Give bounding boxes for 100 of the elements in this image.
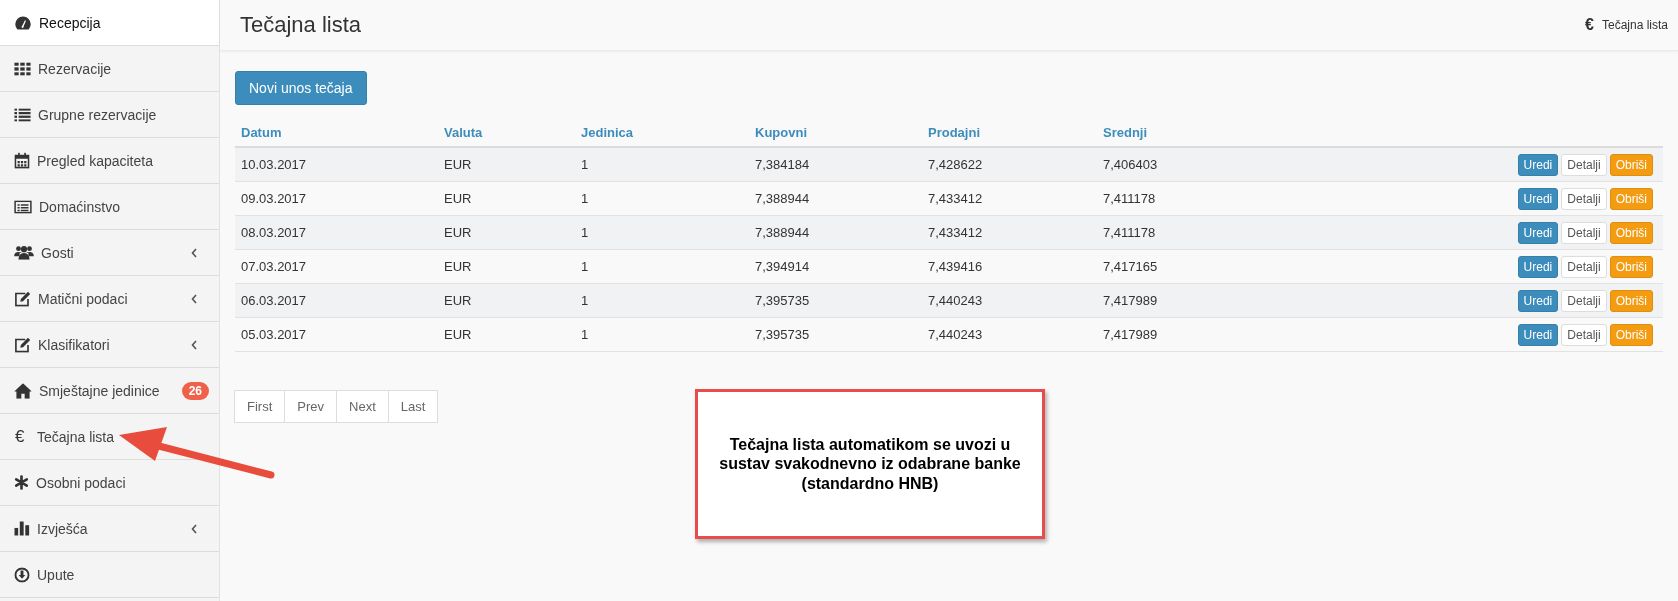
column-header[interactable]: Datum <box>235 125 438 140</box>
sidebar-item-label: Grupne rezervacije <box>38 106 158 123</box>
table-cell-text: EUR <box>443 191 473 206</box>
table-cell-text: 7,428622 <box>927 157 984 172</box>
table-cell-text: EUR <box>443 157 473 172</box>
euro-icon: € <box>1585 16 1594 34</box>
table-cell-text: 1 <box>580 225 590 240</box>
breadcrumb-link[interactable]: Tečajna lista <box>1601 18 1668 32</box>
sidebar-item-label: Pregled kapaciteta <box>37 152 154 169</box>
edit-button[interactable]: Uredi <box>1517 289 1559 312</box>
table-cell-text: 07.03.2017 <box>240 259 308 274</box>
table-cell-text: 08.03.2017 <box>240 225 308 240</box>
table-cell-text: 7,411178 <box>1102 191 1157 206</box>
asterisk-icon <box>14 475 29 490</box>
table-cell-text: 7,411178 <box>1102 225 1157 240</box>
column-header[interactable]: Kupovni <box>749 125 922 140</box>
card-icon <box>14 199 32 214</box>
sidebar-item[interactable]: Izvješća <box>0 506 219 552</box>
details-button[interactable]: Detalji <box>1561 255 1607 278</box>
sidebar-item-label: Smještajne jedinice <box>39 382 161 399</box>
sidebar-item[interactable]: Recepcija <box>0 0 219 46</box>
table-cell-text: 7,384184 <box>754 157 811 172</box>
sidebar-item[interactable]: Rezervacije <box>0 46 219 92</box>
bar-chart-icon <box>14 521 30 536</box>
table-cell-text: 7,439416 <box>927 259 984 274</box>
table-cell-text: 05.03.2017 <box>240 327 308 342</box>
table-cell-text: 06.03.2017 <box>240 293 308 308</box>
sidebar-item-label: Rezervacije <box>38 60 113 77</box>
sidebar-item-label: Izvješća <box>37 520 89 537</box>
details-button[interactable]: Detalji <box>1561 323 1607 346</box>
table-cell-text: 7,388944 <box>754 191 811 206</box>
table-cell-text: EUR <box>443 225 473 240</box>
sidebar-item[interactable]: Klasifikatori <box>0 322 219 368</box>
table-cell-text: 10.03.2017 <box>240 157 308 172</box>
table-cell-text: EUR <box>443 327 473 342</box>
details-button[interactable]: Detalji <box>1561 289 1607 312</box>
sidebar-item[interactable]: Pregled kapaciteta <box>0 138 219 184</box>
new-entry-button[interactable]: Novi unos tečaja <box>235 71 367 105</box>
table-cell-text: 1 <box>580 259 590 274</box>
table-cell-text: 7,395735 <box>754 327 811 342</box>
pagination-button[interactable]: Next <box>336 390 389 423</box>
sidebar-item-label: Upute <box>37 566 76 583</box>
sidebar-item[interactable]: Upute <box>0 552 219 598</box>
table-cell-text: EUR <box>443 293 473 308</box>
list-icon <box>14 107 31 122</box>
table-cell-text: 1 <box>580 191 590 206</box>
edit-button[interactable]: Uredi <box>1517 221 1559 244</box>
table-cell-text: 1 <box>580 327 590 342</box>
sidebar-item-label: Recepcija <box>39 14 102 31</box>
callout-text: Tečajna lista automatikom se uvozi u sustav svakodnevno iz odabrane banke (standardno HNB) <box>718 435 1022 493</box>
edit-button[interactable]: Uredi <box>1517 153 1559 176</box>
table-cell-text: 7,406403 <box>1102 157 1159 172</box>
table-cell-text: 7,395735 <box>754 293 811 308</box>
sidebar-item[interactable]: Gosti <box>0 230 219 276</box>
sidebar-item-label: Osobni podaci <box>36 474 127 491</box>
table-cell-text: 7,440243 <box>927 327 984 342</box>
column-header[interactable]: Prodajni <box>922 125 1097 140</box>
home-icon <box>14 382 32 399</box>
table-cell-text: 7,417989 <box>1102 293 1159 308</box>
sidebar-item[interactable]: Domaćinstvo <box>0 184 219 230</box>
table-cell-text: 7,388944 <box>754 225 811 240</box>
details-button[interactable]: Detalji <box>1561 153 1607 176</box>
column-header[interactable]: Jedinica <box>575 125 749 140</box>
edit-button[interactable]: Uredi <box>1517 255 1559 278</box>
column-header[interactable]: Valuta <box>438 125 575 140</box>
edit-button[interactable]: Uredi <box>1517 323 1559 346</box>
sidebar-item-label: Gosti <box>41 244 75 261</box>
table-cell-text: 1 <box>580 157 590 172</box>
edit-button[interactable]: Uredi <box>1517 187 1559 210</box>
pagination-button[interactable]: Prev <box>284 390 337 423</box>
pagination-button[interactable]: First <box>234 390 286 423</box>
table-cell-text: EUR <box>443 259 473 274</box>
edit-icon <box>14 336 31 353</box>
table-cell-text: 7,394914 <box>754 259 811 274</box>
edit-icon <box>14 290 31 307</box>
grid-icon <box>14 61 31 76</box>
users-icon <box>14 245 34 260</box>
table-cell-text: 7,417165 <box>1102 259 1159 274</box>
sidebar-item[interactable]: Grupne rezervacije <box>0 92 219 138</box>
sidebar-item[interactable]: Matični podaci <box>0 276 219 322</box>
table-cell-text: 7,433412 <box>927 191 984 206</box>
sidebar-item-label: Tečajna lista <box>37 428 116 445</box>
column-header[interactable]: Srednji <box>1097 125 1663 140</box>
euro-icon: € <box>15 426 29 447</box>
pagination-button[interactable]: Last <box>387 390 439 423</box>
table-cell-text: 7,440243 <box>927 293 984 308</box>
calendar-icon <box>14 152 30 169</box>
sidebar-item-label: Domaćinstvo <box>39 198 121 215</box>
table-cell-text: 7,417989 <box>1102 327 1159 342</box>
details-button[interactable]: Detalji <box>1561 187 1607 210</box>
sidebar-item[interactable]: Osobni podaci <box>0 460 219 506</box>
table-cell-text: 09.03.2017 <box>240 191 308 206</box>
count-badge: 26 <box>181 381 209 400</box>
sidebar-item-label: Matični podaci <box>38 290 129 307</box>
table-cell-text: 7,433412 <box>927 225 984 240</box>
dashboard-icon <box>14 14 32 31</box>
sidebar-item-label: Klasifikatori <box>38 336 111 353</box>
page-title: Tečajna lista <box>240 12 362 38</box>
details-button[interactable]: Detalji <box>1561 221 1607 244</box>
sidebar-item[interactable]: Smještajne jedinice 26 <box>0 368 219 414</box>
